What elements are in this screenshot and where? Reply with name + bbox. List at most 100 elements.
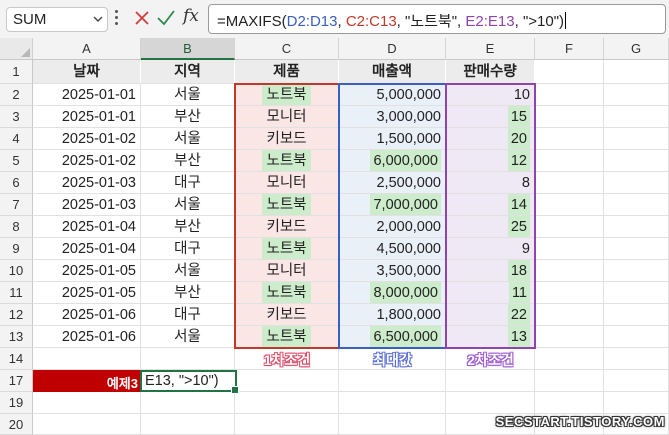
row-header-10[interactable]: 10 — [0, 260, 33, 282]
sales-cell[interactable]: 8,000,000 — [339, 282, 446, 304]
region-cell[interactable]: 대구 — [141, 172, 235, 194]
cell[interactable] — [604, 238, 669, 260]
date-cell[interactable]: 2025-01-03 — [33, 194, 141, 216]
sales-cell[interactable]: 4,500,000 — [339, 238, 446, 260]
date-cell[interactable]: 2025-01-06 — [33, 326, 141, 348]
row-header-2[interactable]: 2 — [0, 84, 33, 106]
cell[interactable] — [604, 216, 669, 238]
cell[interactable] — [33, 392, 141, 414]
date-cell[interactable]: 2025-01-05 — [33, 282, 141, 304]
product-cell[interactable]: 노트북 — [235, 194, 339, 216]
product-cell[interactable]: 키보드 — [235, 128, 339, 150]
row-header-8[interactable]: 8 — [0, 216, 33, 238]
header-cell-b[interactable]: 지역 — [141, 60, 235, 84]
product-cell[interactable]: 노트북 — [235, 238, 339, 260]
cell[interactable] — [604, 60, 669, 84]
header-cell-c[interactable]: 제품 — [235, 60, 339, 84]
region-cell[interactable]: 부산 — [141, 150, 235, 172]
cell[interactable] — [535, 392, 604, 414]
cell[interactable] — [446, 392, 535, 414]
example-label-cell[interactable]: 예제3 — [33, 370, 140, 392]
sales-cell[interactable]: 3,000,000 — [339, 106, 446, 128]
date-cell[interactable]: 2025-01-03 — [33, 172, 141, 194]
quantity-cell[interactable]: 9 — [446, 238, 535, 260]
product-cell[interactable]: 노트북 — [235, 282, 339, 304]
cell[interactable] — [535, 348, 604, 370]
date-cell[interactable]: 2025-01-06 — [33, 304, 141, 326]
cell[interactable] — [604, 128, 669, 150]
cell[interactable] — [604, 282, 669, 304]
quantity-cell[interactable]: 8 — [446, 172, 535, 194]
insert-function-icon[interactable]: fx — [183, 6, 199, 26]
quantity-cell[interactable]: 11 — [446, 282, 535, 304]
column-header-b[interactable]: B — [141, 38, 235, 60]
cell[interactable] — [535, 84, 604, 106]
header-cell-d[interactable]: 매출액 — [339, 60, 446, 84]
header-cell-a[interactable]: 날짜 — [33, 60, 141, 84]
region-cell[interactable]: 대구 — [141, 238, 235, 260]
cell[interactable] — [535, 172, 604, 194]
cell[interactable] — [535, 326, 604, 348]
enter-check-icon[interactable] — [156, 9, 176, 27]
cell[interactable] — [604, 304, 669, 326]
row-header-3[interactable]: 3 — [0, 106, 33, 128]
row-header-5[interactable]: 5 — [0, 150, 33, 172]
region-cell[interactable]: 부산 — [141, 216, 235, 238]
cell[interactable] — [141, 392, 235, 414]
product-cell[interactable]: 노트북 — [235, 150, 339, 172]
cell[interactable] — [604, 84, 669, 106]
date-cell[interactable]: 2025-01-02 — [33, 150, 141, 172]
cell[interactable] — [535, 194, 604, 216]
row-header-6[interactable]: 6 — [0, 172, 33, 194]
quantity-cell[interactable]: 13 — [446, 326, 535, 348]
cell[interactable] — [535, 128, 604, 150]
cell[interactable] — [535, 370, 604, 392]
quantity-cell[interactable]: 18 — [446, 260, 535, 282]
sales-cell[interactable]: 3,500,000 — [339, 260, 446, 282]
cell[interactable] — [604, 370, 669, 392]
cell[interactable] — [235, 370, 339, 392]
column-header-a[interactable]: A — [33, 38, 141, 60]
quantity-cell[interactable]: 14 — [446, 194, 535, 216]
cell[interactable] — [33, 348, 141, 370]
product-cell[interactable]: 노트북 — [235, 326, 339, 348]
cell[interactable] — [339, 392, 446, 414]
region-cell[interactable]: 서울 — [141, 326, 235, 348]
cell[interactable] — [604, 172, 669, 194]
sales-cell[interactable]: 2,500,000 — [339, 172, 446, 194]
product-cell[interactable]: 모니터 — [235, 172, 339, 194]
cell[interactable] — [535, 60, 604, 84]
region-cell[interactable]: 서울 — [141, 194, 235, 216]
quantity-cell[interactable]: 12 — [446, 150, 535, 172]
product-cell[interactable]: 키보드 — [235, 216, 339, 238]
cancel-icon[interactable] — [134, 10, 150, 26]
sales-cell[interactable]: 5,000,000 — [339, 84, 446, 106]
cell[interactable] — [339, 414, 446, 435]
quantity-cell[interactable]: 25 — [446, 216, 535, 238]
cell[interactable] — [604, 260, 669, 282]
chevron-down-icon[interactable] — [93, 14, 103, 24]
quantity-cell[interactable]: 22 — [446, 304, 535, 326]
column-header-e[interactable]: E — [446, 38, 535, 60]
region-cell[interactable]: 부산 — [141, 282, 235, 304]
cell[interactable] — [535, 150, 604, 172]
cell[interactable] — [604, 194, 669, 216]
region-cell[interactable]: 서울 — [141, 260, 235, 282]
row-header-20[interactable]: 20 — [0, 414, 33, 435]
header-cell-e[interactable]: 판매수량 — [446, 60, 535, 84]
cell[interactable] — [604, 106, 669, 128]
cell[interactable] — [339, 370, 446, 392]
cell[interactable] — [604, 326, 669, 348]
date-cell[interactable]: 2025-01-04 — [33, 216, 141, 238]
column-header-g[interactable]: G — [604, 38, 669, 60]
cell[interactable] — [141, 414, 235, 435]
row-header-19[interactable]: 19 — [0, 392, 33, 414]
cell[interactable] — [535, 106, 604, 128]
product-cell[interactable]: 모니터 — [235, 260, 339, 282]
name-box[interactable]: SUM — [6, 7, 108, 32]
sales-cell[interactable]: 2,000,000 — [339, 216, 446, 238]
formula-input[interactable]: =MAXIFS(D2:D13, C2:C13, "노트북", E2:E13, "… — [208, 4, 666, 34]
row-header-9[interactable]: 9 — [0, 238, 33, 260]
row-header-4[interactable]: 4 — [0, 128, 33, 150]
sales-cell[interactable]: 1,800,000 — [339, 304, 446, 326]
